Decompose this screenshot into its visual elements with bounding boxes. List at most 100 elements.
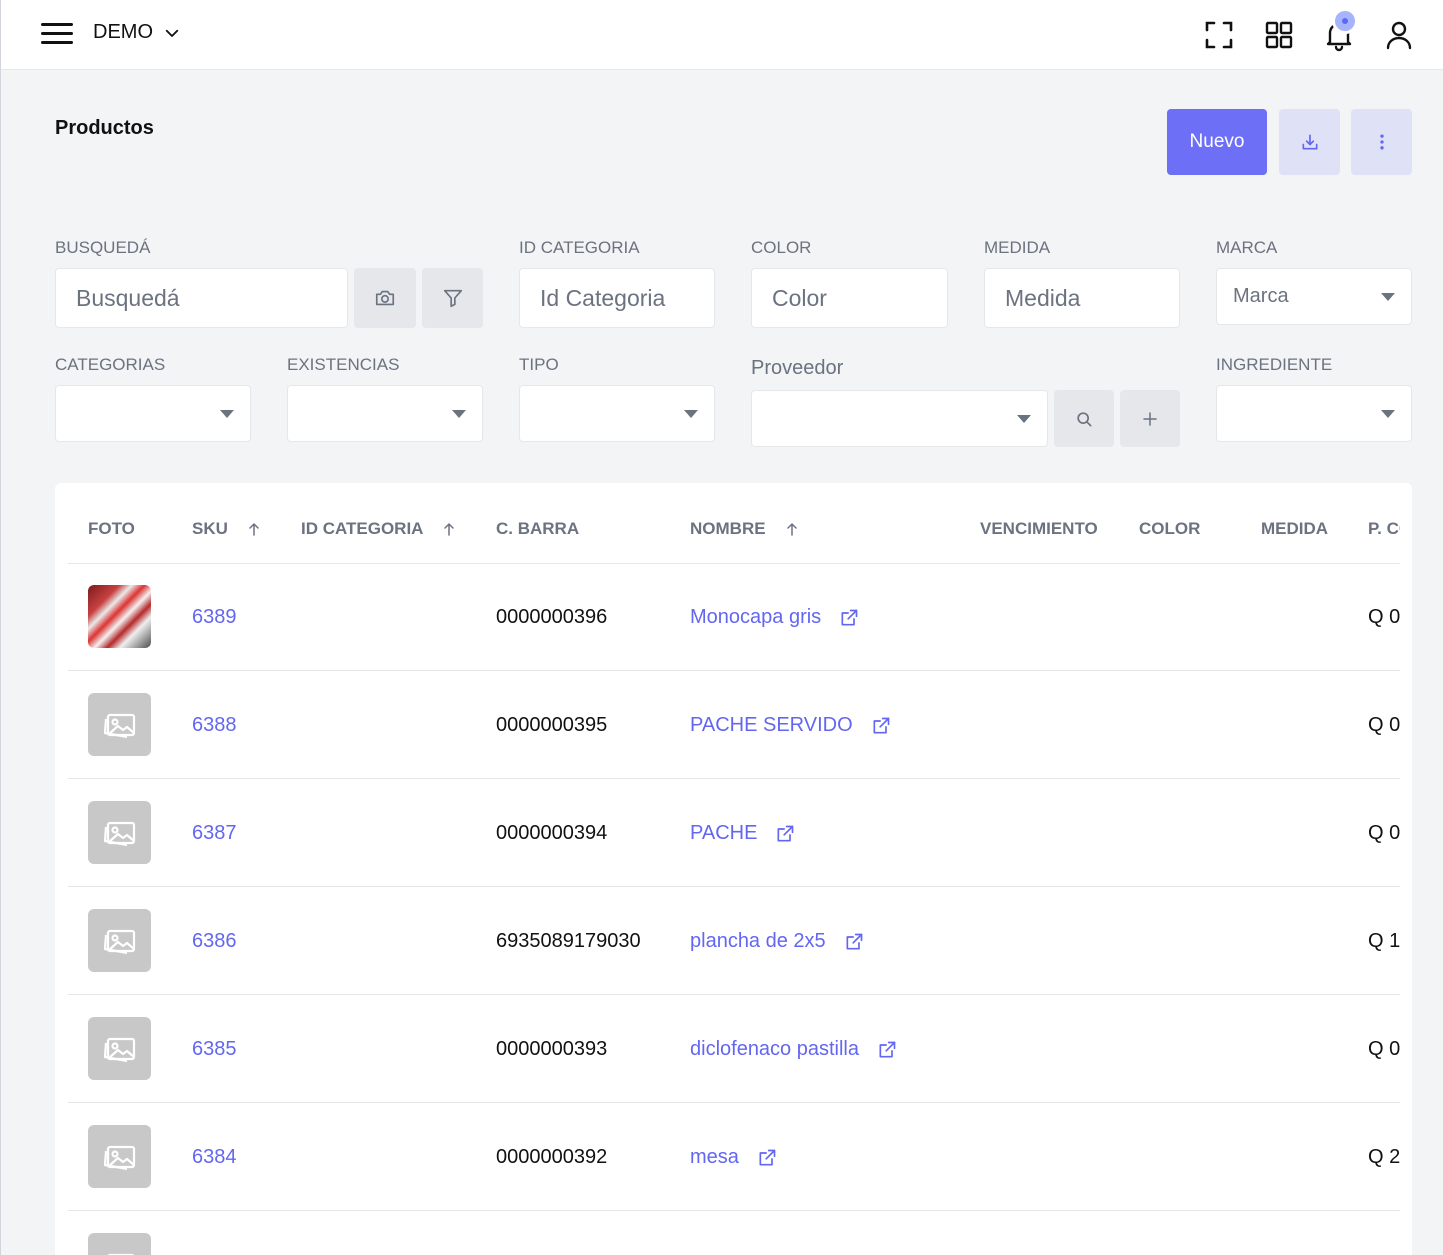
search-input[interactable] xyxy=(76,269,347,327)
product-thumbnail[interactable] xyxy=(88,693,151,756)
divider xyxy=(68,1210,1400,1211)
image-placeholder-icon xyxy=(103,929,135,954)
column-header-color[interactable]: COLOR xyxy=(1139,519,1200,539)
supplier-search-button[interactable] xyxy=(1054,390,1114,447)
download-icon xyxy=(1302,134,1317,150)
caret-down-icon xyxy=(1381,409,1395,418)
company-selector[interactable]: DEMO xyxy=(93,21,181,44)
product-name-link[interactable]: diclofenaco pastilla xyxy=(690,1038,897,1061)
categories-select[interactable] xyxy=(55,385,251,442)
new-product-button[interactable]: Nuevo xyxy=(1167,109,1267,175)
barcode-cell: 0000000395 xyxy=(496,714,608,736)
categories-label: CATEGORIAS xyxy=(55,355,166,374)
caret-down-icon xyxy=(452,409,466,418)
barcode-cell: 6935089179030 xyxy=(496,930,641,952)
cost-price-cell: Q 0 xyxy=(1368,1038,1400,1060)
product-name-link[interactable]: Monocapa gris xyxy=(690,606,859,629)
brand-select[interactable]: Marca xyxy=(1216,268,1412,325)
fullscreen-icon[interactable] xyxy=(1202,18,1236,52)
sku-link[interactable]: 6386 xyxy=(192,930,237,953)
column-header-category-id[interactable]: ID CATEGORIA xyxy=(301,519,457,539)
color-input[interactable] xyxy=(772,269,947,327)
category-id-field xyxy=(519,268,715,328)
cost-price-cell: Q 1 xyxy=(1368,930,1400,952)
chevron-down-icon xyxy=(165,29,179,37)
size-field xyxy=(984,268,1180,328)
sku-link[interactable]: 6388 xyxy=(192,714,237,737)
sort-arrow-up-icon xyxy=(249,522,259,536)
category-id-input[interactable] xyxy=(540,269,714,327)
supplier-label: Proveedor xyxy=(751,357,844,379)
product-name-link[interactable]: mesa xyxy=(690,1146,777,1169)
supplier-select[interactable] xyxy=(751,390,1048,447)
size-label: MEDIDA xyxy=(984,238,1051,257)
category-id-label: ID CATEGORIA xyxy=(519,238,640,257)
search-field xyxy=(55,268,348,328)
table-row: 6387 0000000394 PACHE Q 0 xyxy=(55,779,1412,887)
external-link-icon xyxy=(873,717,889,733)
image-placeholder-icon xyxy=(103,821,135,846)
product-name-link[interactable]: PACHE xyxy=(690,822,795,845)
caret-down-icon xyxy=(1381,292,1395,301)
search-label: BUSQUEDÁ xyxy=(55,238,151,257)
search-icon xyxy=(1077,411,1092,426)
column-header-cost-price[interactable]: P. CO xyxy=(1368,519,1400,539)
add-supplier-button[interactable] xyxy=(1120,390,1180,447)
image-placeholder-icon xyxy=(103,1037,135,1062)
barcode-cell: 0000000392 xyxy=(496,1146,608,1168)
sort-arrow-up-icon xyxy=(786,522,797,536)
type-select[interactable] xyxy=(519,385,715,442)
product-name: PACHE xyxy=(690,822,758,844)
product-thumbnail[interactable] xyxy=(88,909,151,972)
product-thumbnail[interactable] xyxy=(88,1233,151,1255)
product-name: Monocapa gris xyxy=(690,606,822,628)
page-title: Productos xyxy=(55,117,154,139)
cost-price-cell: Q 2 xyxy=(1368,1146,1400,1168)
user-icon[interactable] xyxy=(1382,18,1416,52)
caret-down-icon xyxy=(684,409,698,418)
download-button[interactable] xyxy=(1279,109,1340,175)
product-name: PACHE SERVIDO xyxy=(690,714,853,736)
products-table: FOTO SKU ID CATEGORIA C. BARRA NOMBRE VE… xyxy=(55,483,1412,1255)
column-header-expiry[interactable]: VENCIMIENTO xyxy=(980,519,1098,539)
ingredient-label: INGREDIENTE xyxy=(1216,355,1333,374)
column-header-sku[interactable]: SKU xyxy=(192,519,262,539)
sku-link[interactable]: 6389 xyxy=(192,606,237,629)
column-header-barcode[interactable]: C. BARRA xyxy=(496,519,579,539)
camera-icon xyxy=(375,290,395,306)
plus-icon xyxy=(1143,411,1157,426)
caret-down-icon xyxy=(1017,414,1031,423)
product-thumbnail[interactable] xyxy=(88,585,151,648)
external-link-icon xyxy=(879,1041,896,1057)
product-name-link[interactable]: plancha de 2x5 xyxy=(690,930,864,953)
bell-icon[interactable] xyxy=(1322,8,1358,52)
stock-select[interactable] xyxy=(287,385,483,442)
table-row: 6384 0000000392 mesa Q 2 xyxy=(55,1103,1412,1211)
column-header-photo: FOTO xyxy=(88,519,135,538)
notification-badge xyxy=(1332,8,1358,34)
product-thumbnail[interactable] xyxy=(88,801,151,864)
product-name-link[interactable]: PACHE SERVIDO xyxy=(690,714,891,737)
filter-button[interactable] xyxy=(422,268,483,328)
menu-icon[interactable] xyxy=(41,22,73,46)
column-header-name[interactable]: NOMBRE xyxy=(690,519,800,539)
cost-price-cell: Q 0 xyxy=(1368,714,1400,736)
camera-search-button[interactable] xyxy=(354,268,416,328)
apps-grid-icon[interactable] xyxy=(1262,18,1296,52)
more-options-button[interactable] xyxy=(1351,109,1412,175)
sku-link[interactable]: 6387 xyxy=(192,822,237,845)
external-link-icon xyxy=(841,609,858,625)
external-link-icon xyxy=(777,825,794,841)
image-placeholder-icon xyxy=(106,1253,135,1255)
column-header-size[interactable]: MEDIDA xyxy=(1261,519,1328,539)
product-thumbnail[interactable] xyxy=(88,1125,151,1188)
ingredient-select[interactable] xyxy=(1216,385,1412,442)
external-link-icon xyxy=(759,1149,776,1165)
type-label: TIPO xyxy=(519,355,559,374)
more-vertical-icon xyxy=(1379,134,1384,150)
sku-link[interactable]: 6385 xyxy=(192,1038,237,1061)
product-thumbnail[interactable] xyxy=(88,1017,151,1080)
table-row: 6386 6935089179030 plancha de 2x5 Q 1 xyxy=(55,887,1412,995)
sku-link[interactable]: 6384 xyxy=(192,1146,237,1169)
size-input[interactable] xyxy=(1005,269,1179,327)
